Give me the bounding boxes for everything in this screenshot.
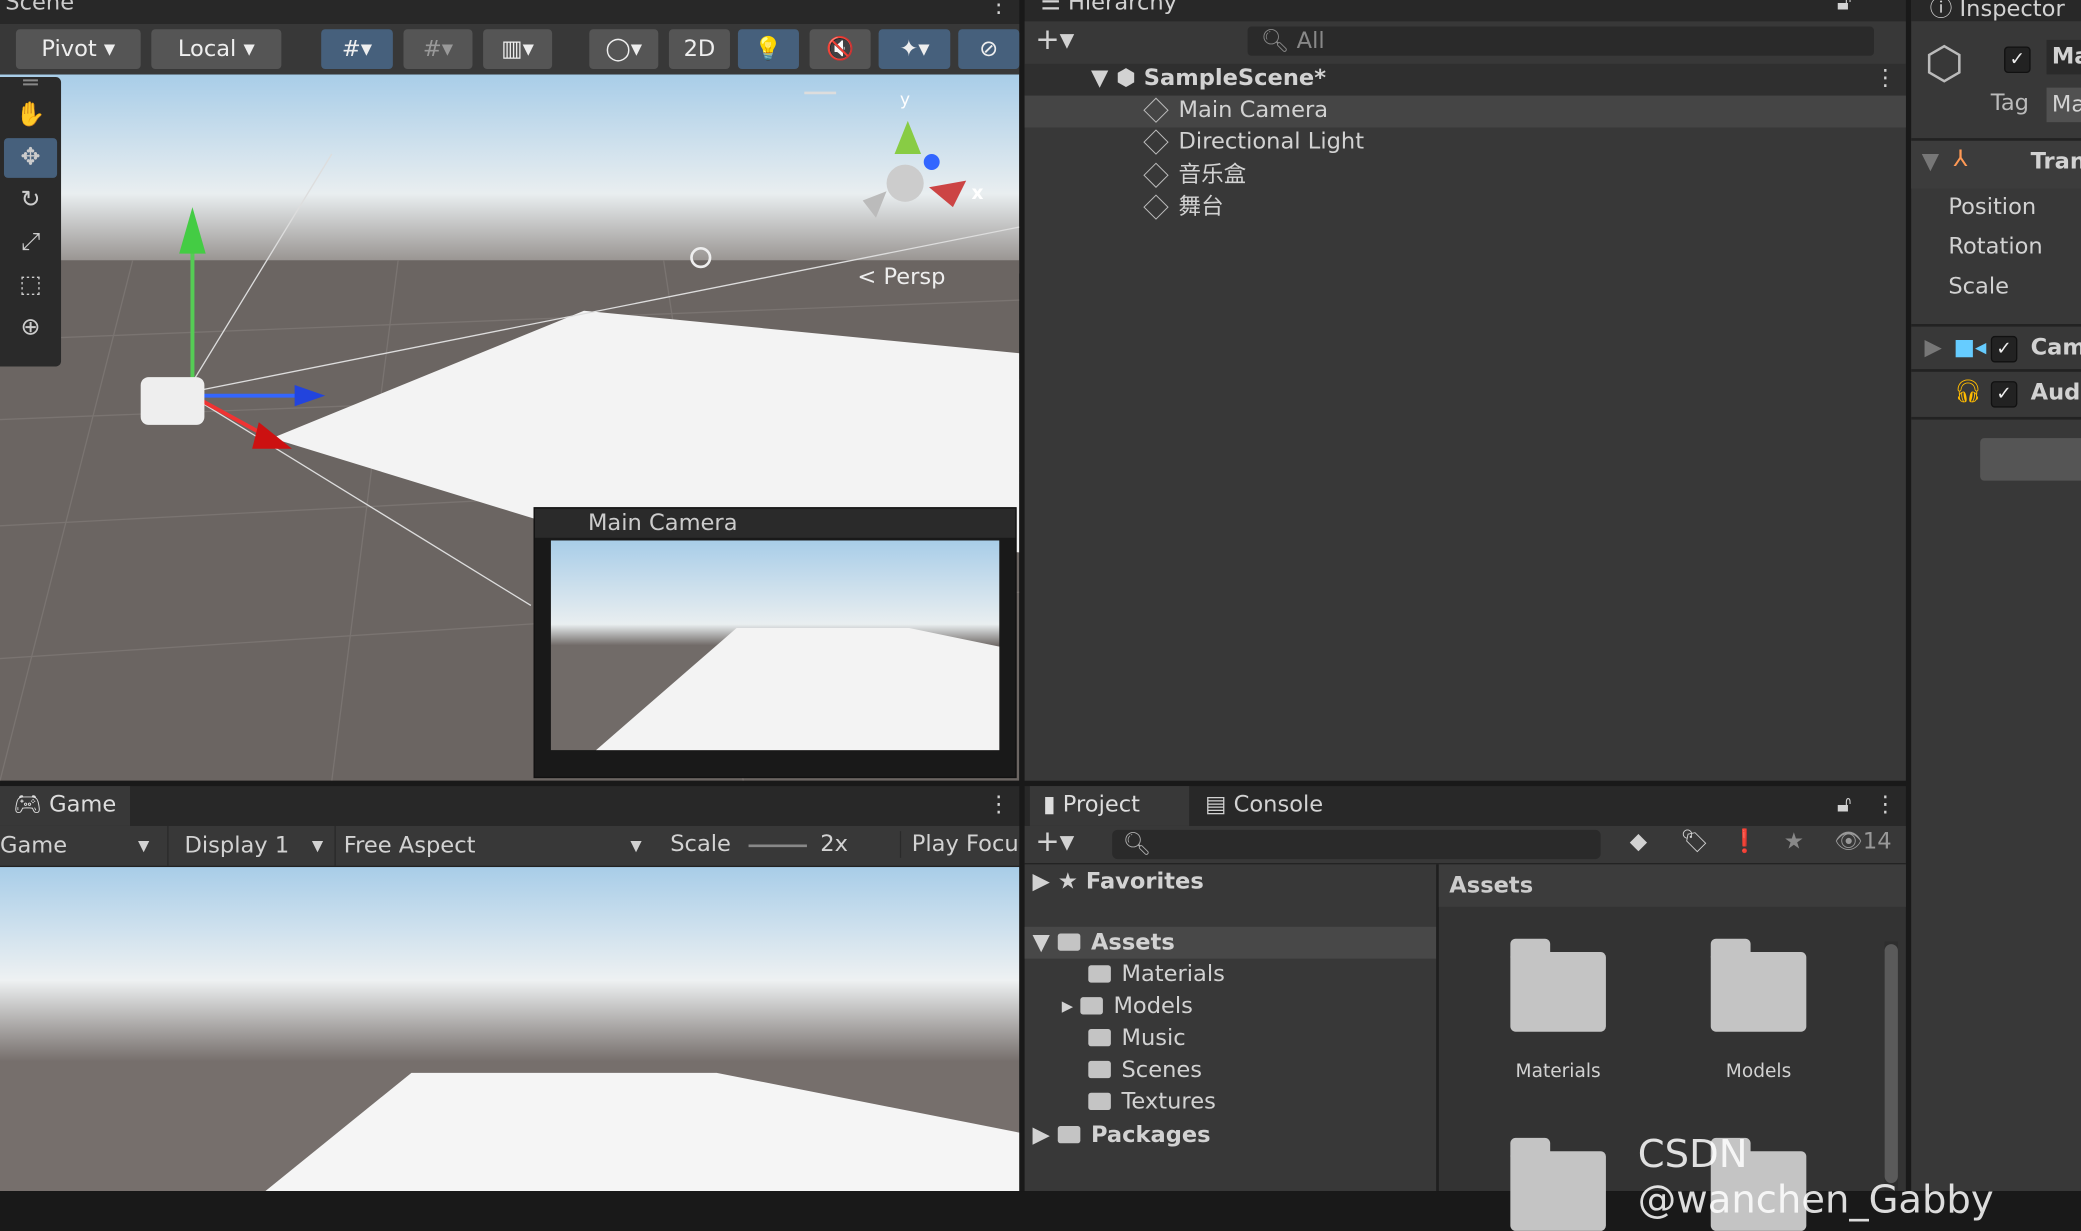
tree-assets[interactable]: ▼ Assets [1033, 927, 1175, 959]
hierarchy-item[interactable]: Main Camera [1143, 94, 1328, 126]
tree-folder[interactable]: Textures [1088, 1086, 1216, 1118]
rect-tool-icon[interactable]: ⬚ [4, 266, 57, 306]
lock-icon[interactable]: 🔓︎ [1837, 0, 1852, 16]
scale-label: Scale [670, 831, 731, 858]
more-icon[interactable]: ⋮ [987, 791, 1010, 818]
favorite-star-icon[interactable]: ★ [1784, 829, 1804, 856]
scale-tool-icon[interactable]: ⤢ [4, 223, 57, 263]
more-icon[interactable]: ⋮ [1874, 791, 1897, 818]
gameobject-icon [1143, 97, 1169, 123]
more-icon[interactable]: ⋮ [987, 0, 1010, 19]
scale-slider[interactable] [748, 844, 807, 848]
game-mode-dropdown[interactable]: Game ▾ [0, 826, 162, 866]
camera-preview-title: Main Camera [534, 508, 1016, 538]
local-dropdown[interactable]: Local ▾ [151, 29, 282, 70]
inspector-panel: ⓘ Inspector ⬡ ✓ Ma Tag Ma ▼⅄ Tran Positi… [1911, 0, 2081, 1192]
game-toolbar: Game ▾ Display 1 ▾ Free Aspect ▾ Scale 2x P… [0, 825, 1020, 868]
hierarchy-search-input[interactable]: 🔍︎ All [1247, 26, 1875, 56]
tab-scene[interactable]: Scene [5, 0, 74, 16]
tree-folder[interactable]: Materials [1088, 959, 1225, 991]
name-field[interactable]: Ma [2046, 39, 2081, 75]
tab-game[interactable]: 🎮︎ Game [0, 786, 131, 826]
create-button[interactable]: +▾ [1035, 826, 1074, 859]
transform-tool-icon[interactable]: ⊕ [4, 308, 57, 348]
2d-toggle[interactable]: 2D [668, 29, 730, 70]
tree-folder[interactable]: Music [1088, 1022, 1186, 1054]
asset-label: Materials [1515, 1060, 1601, 1083]
move-tool-icon[interactable]: ✥ [3, 138, 58, 178]
project-toolbar: +▾ 🔍︎ ◆ 🏷︎ ❗ ★ 👁︎14 [1024, 825, 1906, 865]
scene-visibility-toggle[interactable]: ⊘ [958, 29, 1020, 70]
scene-menu-icon[interactable]: ⋮ [1874, 65, 1897, 92]
tag-label: Tag [1990, 90, 2029, 117]
hierarchy-item[interactable]: Directional Light [1143, 126, 1364, 158]
tree-favorites[interactable]: ▶ ★ Favorites [1033, 866, 1204, 898]
pivot-dropdown[interactable]: Pivot ▾ [15, 29, 141, 70]
active-checkbox[interactable]: ✓ [2004, 46, 2031, 74]
gameobject-icon: ⬡ [1924, 37, 1964, 91]
gameobject-icon [1143, 194, 1169, 220]
play-focus-dropdown[interactable]: Play Focu [899, 831, 1019, 858]
scene-tabbar: Scene ⋮ [0, 0, 1020, 24]
scale-label: Scale [1948, 273, 2010, 301]
axis-x-label: x [971, 183, 984, 205]
tab-hierarchy[interactable]: ☰ Hierarchy [1041, 0, 1177, 16]
scale-value: 2x [820, 831, 848, 858]
rotate-tool-icon[interactable]: ↻ [4, 181, 57, 221]
camera-icon: ■◂ [1953, 334, 1987, 362]
audio-mute-toggle[interactable]: 🔇 [809, 29, 871, 70]
display-dropdown[interactable]: Display 1 ▾ [167, 825, 332, 866]
gameobject-icon [1143, 129, 1169, 155]
camera-preview: Main Camera [533, 507, 1017, 779]
tab-project[interactable]: ▮ Project [1029, 786, 1190, 826]
headphones-icon: 🎧︎ [1953, 378, 1983, 405]
tree-folder[interactable]: ▸ Models [1062, 991, 1193, 1023]
scene-toolbar: Pivot ▾ Local ▾ #▾ #▾ ▥▾ ◯▾ 2D 💡 🔇 ✦▾ ⊘ [0, 23, 1020, 75]
game-view[interactable] [0, 867, 1020, 1192]
tag-dropdown[interactable]: Ma [2046, 87, 2081, 123]
hierarchy-item[interactable]: 舞台 [1143, 191, 1224, 223]
transform-icon: ⅄ [1953, 146, 1968, 173]
scene-viewport[interactable]: x y < Persp ═ ✋ ✥ ↻ ⤢ ⬚ ⊕ Main Camera [0, 74, 1020, 781]
asset-grid-title: Assets [1438, 864, 1906, 907]
add-button[interactable]: +▾ [1035, 24, 1074, 57]
filter-type-icon[interactable]: ◆ [1630, 829, 1647, 856]
lock-icon[interactable]: 🔓︎ [1837, 791, 1852, 818]
snap-increment-button[interactable]: #▾ [403, 29, 473, 70]
rotation-label: Rotation [1948, 233, 2043, 261]
camera-component-header[interactable]: ▶ ■◂ ✓ Cam [1911, 323, 2081, 372]
scene-root-item[interactable]: ▼ ⬢ SampleScene* [1091, 62, 1326, 94]
lighting-toggle[interactable]: 💡 [737, 29, 799, 70]
axis-y-label: y [899, 90, 911, 111]
tab-console[interactable]: ▤ Console [1205, 791, 1323, 818]
folder-icon[interactable] [1710, 938, 1807, 1032]
hand-tool-icon[interactable]: ✋ [4, 96, 57, 136]
tree-folder[interactable]: Scenes [1088, 1054, 1202, 1086]
folder-icon[interactable] [1510, 1137, 1606, 1231]
aspect-dropdown[interactable]: Free Aspect ▾ [334, 825, 653, 866]
hidden-count[interactable]: 👁︎14 [1834, 829, 1891, 856]
shading-mode-button[interactable]: ◯▾ [589, 29, 659, 70]
transform-header[interactable]: ▼ ⅄ Tran [1911, 138, 2081, 189]
grid-snap-button[interactable]: #▾ [321, 29, 393, 70]
projection-toggle[interactable]: < Persp [857, 264, 945, 291]
gameobject-icon [1143, 162, 1169, 188]
watermark: CSDN @wanchen_Gabby [1637, 1131, 1994, 1222]
audio-component-header[interactable]: 🎧︎ ✓Audi [1911, 369, 2081, 420]
tool-palette: ═ ✋ ✥ ↻ ⤢ ⬚ ⊕ [0, 74, 62, 367]
filter-error-icon[interactable]: ❗ [1731, 829, 1759, 856]
folder-icon[interactable] [1510, 938, 1606, 1032]
tab-inspector[interactable]: ⓘ Inspector [1930, 0, 2065, 23]
effects-toggle[interactable]: ✦▾ [878, 29, 951, 70]
grid-visibility-button[interactable]: ▥▾ [483, 29, 553, 70]
hierarchy-item[interactable]: 音乐盒 [1143, 159, 1246, 191]
project-search-input[interactable]: 🔍︎ [1112, 829, 1601, 860]
position-label: Position [1948, 193, 2037, 221]
asset-label: Models [1725, 1060, 1792, 1083]
add-component-button[interactable] [1980, 438, 2081, 481]
filter-label-icon[interactable]: 🏷︎ [1680, 829, 1709, 856]
tree-packages[interactable]: ▶ Packages [1033, 1119, 1211, 1151]
